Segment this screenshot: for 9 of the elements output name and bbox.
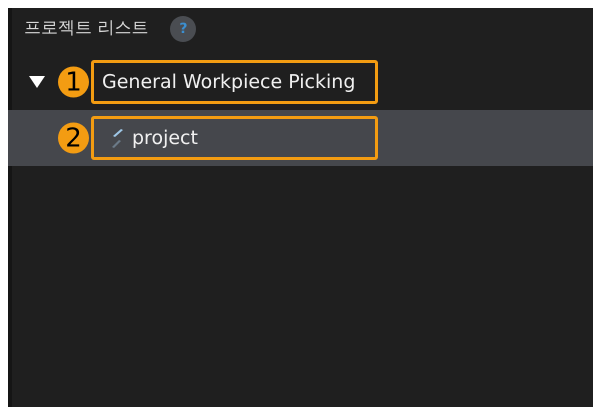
project-icon [110,127,124,149]
callout-number: 2 [58,122,89,154]
tree-label: General Workpiece Picking [102,70,356,95]
tree-label: project [132,126,198,151]
tree-row[interactable]: 1 General Workpiece Picking [8,54,593,110]
panel-title: 프로젝트 리스트 [24,17,148,40]
expand-arrow-icon[interactable] [28,75,46,89]
tree-row[interactable]: 2 project [8,110,593,166]
callout-number: 1 [58,66,89,98]
